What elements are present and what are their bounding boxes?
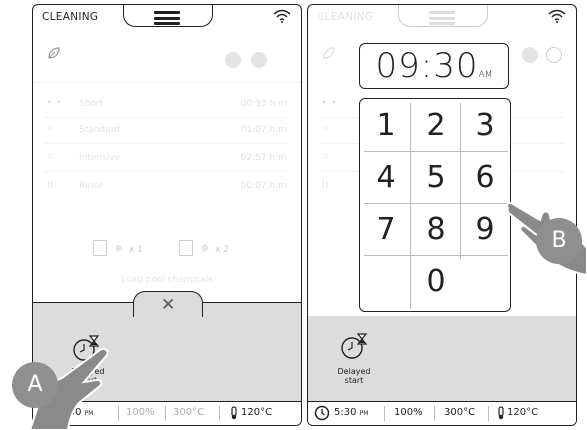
chemical-info: ⊕ x 1 ⊕ x 2 <box>93 240 253 260</box>
program-row[interactable]: ⁘ Standard 01:07 h:m <box>33 118 301 144</box>
stop-icon <box>522 47 538 63</box>
detergent-icon: ⊕ <box>115 244 123 254</box>
key-8[interactable]: 8 <box>412 205 460 255</box>
key-4[interactable]: 4 <box>362 153 410 203</box>
tray-icon <box>93 240 107 256</box>
program-name: Short <box>79 99 104 109</box>
time-display: 09:30AM <box>359 43 509 89</box>
shower-icon: ⁞⁞ <box>47 180 55 189</box>
cavity-temp-value: 300°C <box>444 407 476 418</box>
current-time: 5:30 PM <box>334 407 369 418</box>
tray-count: x 2 <box>215 245 229 255</box>
drops-icon: ⁘ <box>47 124 55 133</box>
mode-label: CLEANING <box>42 11 99 23</box>
drops-icon: • • <box>47 98 62 107</box>
hamburger-menu-icon[interactable] <box>429 11 455 25</box>
core-temp-value: 120°C <box>507 407 539 418</box>
tray-count: x 1 <box>129 245 143 255</box>
program-row[interactable]: • • Short 00:33 h:m <box>33 92 301 118</box>
hamburger-menu-icon[interactable] <box>154 11 180 25</box>
key-5[interactable]: 5 <box>412 153 460 203</box>
delayed-start-icon[interactable] <box>339 331 369 361</box>
callout-b: B <box>536 218 582 264</box>
program-duration: 00:07 h:m <box>240 181 287 191</box>
status-bar: CLEANING <box>308 5 576 27</box>
core-probe-icon <box>498 406 504 420</box>
key-0[interactable]: 0 <box>412 257 460 307</box>
stop-icon[interactable] <box>225 52 241 68</box>
status-bar: CLEANING <box>33 5 301 27</box>
program-name: Rinse <box>79 181 104 191</box>
callout-a: A <box>12 362 58 408</box>
key-2[interactable]: 2 <box>412 101 460 151</box>
humidity-value: 100% <box>394 407 423 418</box>
program-duration: 02:57 h:m <box>240 153 287 163</box>
program-name: Intensive <box>79 153 121 163</box>
wifi-icon <box>548 9 566 23</box>
program-name: Standard <box>79 125 120 135</box>
numeric-keypad: 1 2 3 4 5 6 7 8 9 0 <box>359 98 511 312</box>
program-duration: 00:33 h:m <box>240 99 287 109</box>
chemical-text: Load pool chemicals <box>121 275 213 285</box>
program-row[interactable]: ⁙ Intensive 02:57 h:m <box>33 146 301 172</box>
key-7[interactable]: 7 <box>362 205 410 255</box>
core-probe-icon <box>231 406 237 420</box>
tray-icon <box>179 240 193 256</box>
program-row[interactable]: ⁞⁞ Rinse 00:07 h:m <box>33 174 301 200</box>
clock-icon <box>314 405 330 421</box>
status-footer: 5:30 PM 100% 300°C 120°C <box>308 401 576 425</box>
key-6[interactable]: 6 <box>461 153 509 203</box>
program-duration: 01:07 h:m <box>240 125 287 135</box>
wifi-icon <box>273 9 291 23</box>
divider <box>33 82 301 83</box>
close-icon[interactable]: ✕ <box>161 295 175 315</box>
key-3[interactable]: 3 <box>461 101 509 151</box>
key-1[interactable]: 1 <box>362 101 410 151</box>
refresh-icon[interactable] <box>251 52 267 68</box>
eco-leaf-icon <box>323 47 335 59</box>
mode-label: CLEANING <box>317 11 374 23</box>
drops-icon: ⁙ <box>47 152 55 161</box>
core-temp-value: 120°C <box>241 407 273 418</box>
delayed-start-label: Delayed start <box>337 367 371 385</box>
detergent-icon: ⊕ <box>201 244 209 254</box>
cavity-temp-value: 300°C <box>173 407 205 418</box>
eco-leaf-icon[interactable] <box>46 45 62 61</box>
refresh-icon <box>546 47 562 63</box>
